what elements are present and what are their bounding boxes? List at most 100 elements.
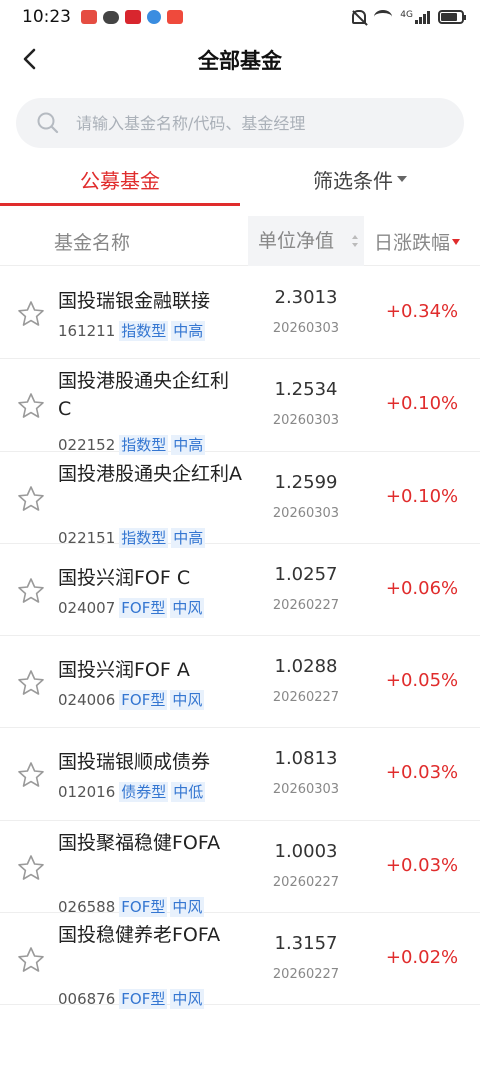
risk-tag: 中风 bbox=[170, 989, 205, 1010]
fund-row[interactable]: 国投兴润FOF A 024006 FOF型 中风 1.0288 20260227 +… bbox=[0, 636, 480, 729]
star-icon bbox=[18, 762, 44, 788]
fund-row[interactable]: 国投瑞银顺成债券 012016 债券型 中低 1.0813 20260303 +0.… bbox=[0, 728, 480, 821]
fund-row[interactable]: 国投港股通央企红利C 022152 指数型 中高 1.2534 20260303 +… bbox=[0, 359, 480, 456]
daily-change: +0.10% bbox=[385, 485, 459, 507]
list-header: 基金名称 单位净值 日涨跌幅 bbox=[0, 216, 480, 266]
fund-name: 国投瑞银金融联接 bbox=[58, 290, 211, 312]
star-icon bbox=[18, 854, 44, 880]
fund-name: 国投稳健养老FOFA bbox=[58, 924, 221, 947]
filter-label: 筛选条件 bbox=[313, 169, 393, 193]
nav-value: 1.0003 bbox=[274, 840, 338, 862]
sort-by-nav[interactable]: 单位净值 bbox=[248, 216, 364, 266]
favorite-button[interactable] bbox=[16, 484, 46, 514]
status-right: 4G bbox=[352, 10, 466, 24]
fund-row[interactable]: 国投兴润FOF C 024007 FOF型 中风 1.0257 20260227 +… bbox=[0, 544, 480, 637]
nav-value: 1.0813 bbox=[274, 748, 338, 770]
header-nav-label: 单位净值 bbox=[258, 230, 335, 252]
favorite-button[interactable] bbox=[16, 668, 46, 698]
nav-date: 20260303 bbox=[272, 782, 340, 798]
search-box[interactable] bbox=[16, 98, 464, 148]
fund-row[interactable]: 国投港股通央企红利A 022151 指数型 中高 1.2599 20260303 +… bbox=[0, 452, 480, 548]
fund-meta: 161211 指数型 中高 bbox=[58, 321, 206, 341]
fund-list: 国投瑞银金融联接 161211 指数型 中高 2.3013 20260303 +0.… bbox=[0, 267, 480, 1010]
header-fund-name: 基金名称 bbox=[54, 232, 131, 254]
nav-value: 1.3157 bbox=[274, 933, 338, 955]
favorite-button[interactable] bbox=[16, 299, 46, 329]
browser-icon bbox=[147, 10, 161, 24]
star-icon bbox=[18, 485, 44, 511]
network-type: 4G bbox=[400, 10, 413, 20]
nav-value: 1.2534 bbox=[274, 379, 338, 401]
nav-value: 2.3013 bbox=[274, 287, 338, 308]
favorite-button[interactable] bbox=[16, 391, 46, 421]
wechat-icon bbox=[103, 10, 119, 24]
daily-change: +0.34% bbox=[385, 301, 459, 322]
daily-change: +0.03% bbox=[385, 762, 459, 784]
fund-type-tag: 指数型 bbox=[119, 321, 169, 341]
favorite-button[interactable] bbox=[16, 576, 46, 606]
header-change-label: 日涨跌幅 bbox=[374, 232, 451, 254]
favorite-button[interactable] bbox=[16, 945, 46, 975]
fund-code: 006876 bbox=[58, 990, 116, 1009]
fund-row[interactable]: 国投稳健养老FOFA 006876 FOF型 中风 1.3157 20260227 … bbox=[0, 913, 480, 1010]
filter-dropdown[interactable]: 筛选条件 bbox=[240, 158, 480, 206]
sort-by-change[interactable]: 日涨跌幅 bbox=[374, 228, 461, 255]
fund-meta: 024006 FOF型 中风 bbox=[58, 690, 205, 711]
favorite-button[interactable] bbox=[16, 853, 46, 883]
nav-value: 1.0288 bbox=[274, 656, 338, 678]
risk-tag: 中高 bbox=[171, 321, 206, 341]
nav-date: 20260227 bbox=[272, 597, 340, 613]
search-icon bbox=[37, 112, 59, 134]
page-title: 全部基金 bbox=[198, 49, 282, 73]
tab-bar: 公募基金 筛选条件 bbox=[0, 158, 480, 206]
favorite-button[interactable] bbox=[16, 760, 46, 790]
fund-name: 国投兴润FOF C bbox=[58, 566, 191, 589]
mute-icon bbox=[352, 10, 367, 24]
star-icon bbox=[18, 301, 44, 326]
nav-date: 20260303 bbox=[272, 505, 340, 521]
app-notification-icon bbox=[167, 10, 183, 24]
fund-meta: 006876 FOF型 中风 bbox=[58, 989, 205, 1010]
fund-meta: 012016 债券型 中低 bbox=[58, 782, 206, 803]
nav-date: 20260303 bbox=[272, 413, 340, 429]
fund-name: 国投瑞银顺成债券 bbox=[58, 751, 211, 774]
battery-icon bbox=[438, 10, 466, 24]
app-notification-icon bbox=[81, 10, 97, 24]
fund-row[interactable]: 国投聚福稳健FOFA 026588 FOF型 中风 1.0003 20260227 … bbox=[0, 821, 480, 917]
risk-tag: 中低 bbox=[171, 782, 206, 803]
nav-value: 1.0257 bbox=[274, 563, 338, 585]
app-notification-icon bbox=[125, 10, 141, 24]
fund-type-tag: 债券型 bbox=[119, 782, 169, 803]
daily-change: +0.05% bbox=[385, 670, 459, 692]
daily-change: +0.10% bbox=[385, 393, 459, 415]
fund-name: 国投港股通央企红利C bbox=[58, 370, 230, 421]
fund-row[interactable]: 国投瑞银金融联接 161211 指数型 中高 2.3013 20260303 +0.… bbox=[0, 267, 480, 360]
fund-name: 国投兴润FOF A bbox=[58, 659, 190, 682]
risk-tag: 中风 bbox=[170, 690, 205, 711]
fund-name: 国投聚福稳健FOFA bbox=[58, 831, 221, 854]
signal-icon bbox=[415, 10, 430, 24]
status-left: 10:23 bbox=[22, 7, 183, 27]
tab-public-funds[interactable]: 公募基金 bbox=[0, 158, 240, 206]
fund-type-tag: FOF型 bbox=[119, 690, 168, 711]
nav-date: 20260227 bbox=[272, 874, 340, 890]
sort-icon bbox=[352, 235, 358, 247]
daily-change: +0.02% bbox=[385, 947, 459, 969]
risk-tag: 中风 bbox=[170, 597, 205, 618]
fund-meta: 024007 FOF型 中风 bbox=[58, 597, 205, 618]
nav-date: 20260227 bbox=[272, 690, 340, 706]
fund-type-tag: FOF型 bbox=[119, 597, 168, 618]
daily-change: +0.06% bbox=[385, 577, 459, 599]
fund-code: 024006 bbox=[58, 691, 116, 710]
star-icon bbox=[18, 947, 44, 972]
daily-change: +0.03% bbox=[385, 854, 459, 876]
fund-name: 国投港股通央企红利A bbox=[58, 462, 242, 485]
search-input[interactable] bbox=[76, 113, 446, 133]
wifi-icon bbox=[374, 10, 393, 24]
fund-code: 161211 bbox=[58, 322, 116, 340]
fund-type-tag: FOF型 bbox=[119, 989, 168, 1010]
nav-date: 20260227 bbox=[272, 967, 340, 983]
nav-value: 1.2599 bbox=[274, 471, 338, 493]
star-icon bbox=[18, 578, 44, 603]
fund-code: 012016 bbox=[58, 783, 116, 802]
